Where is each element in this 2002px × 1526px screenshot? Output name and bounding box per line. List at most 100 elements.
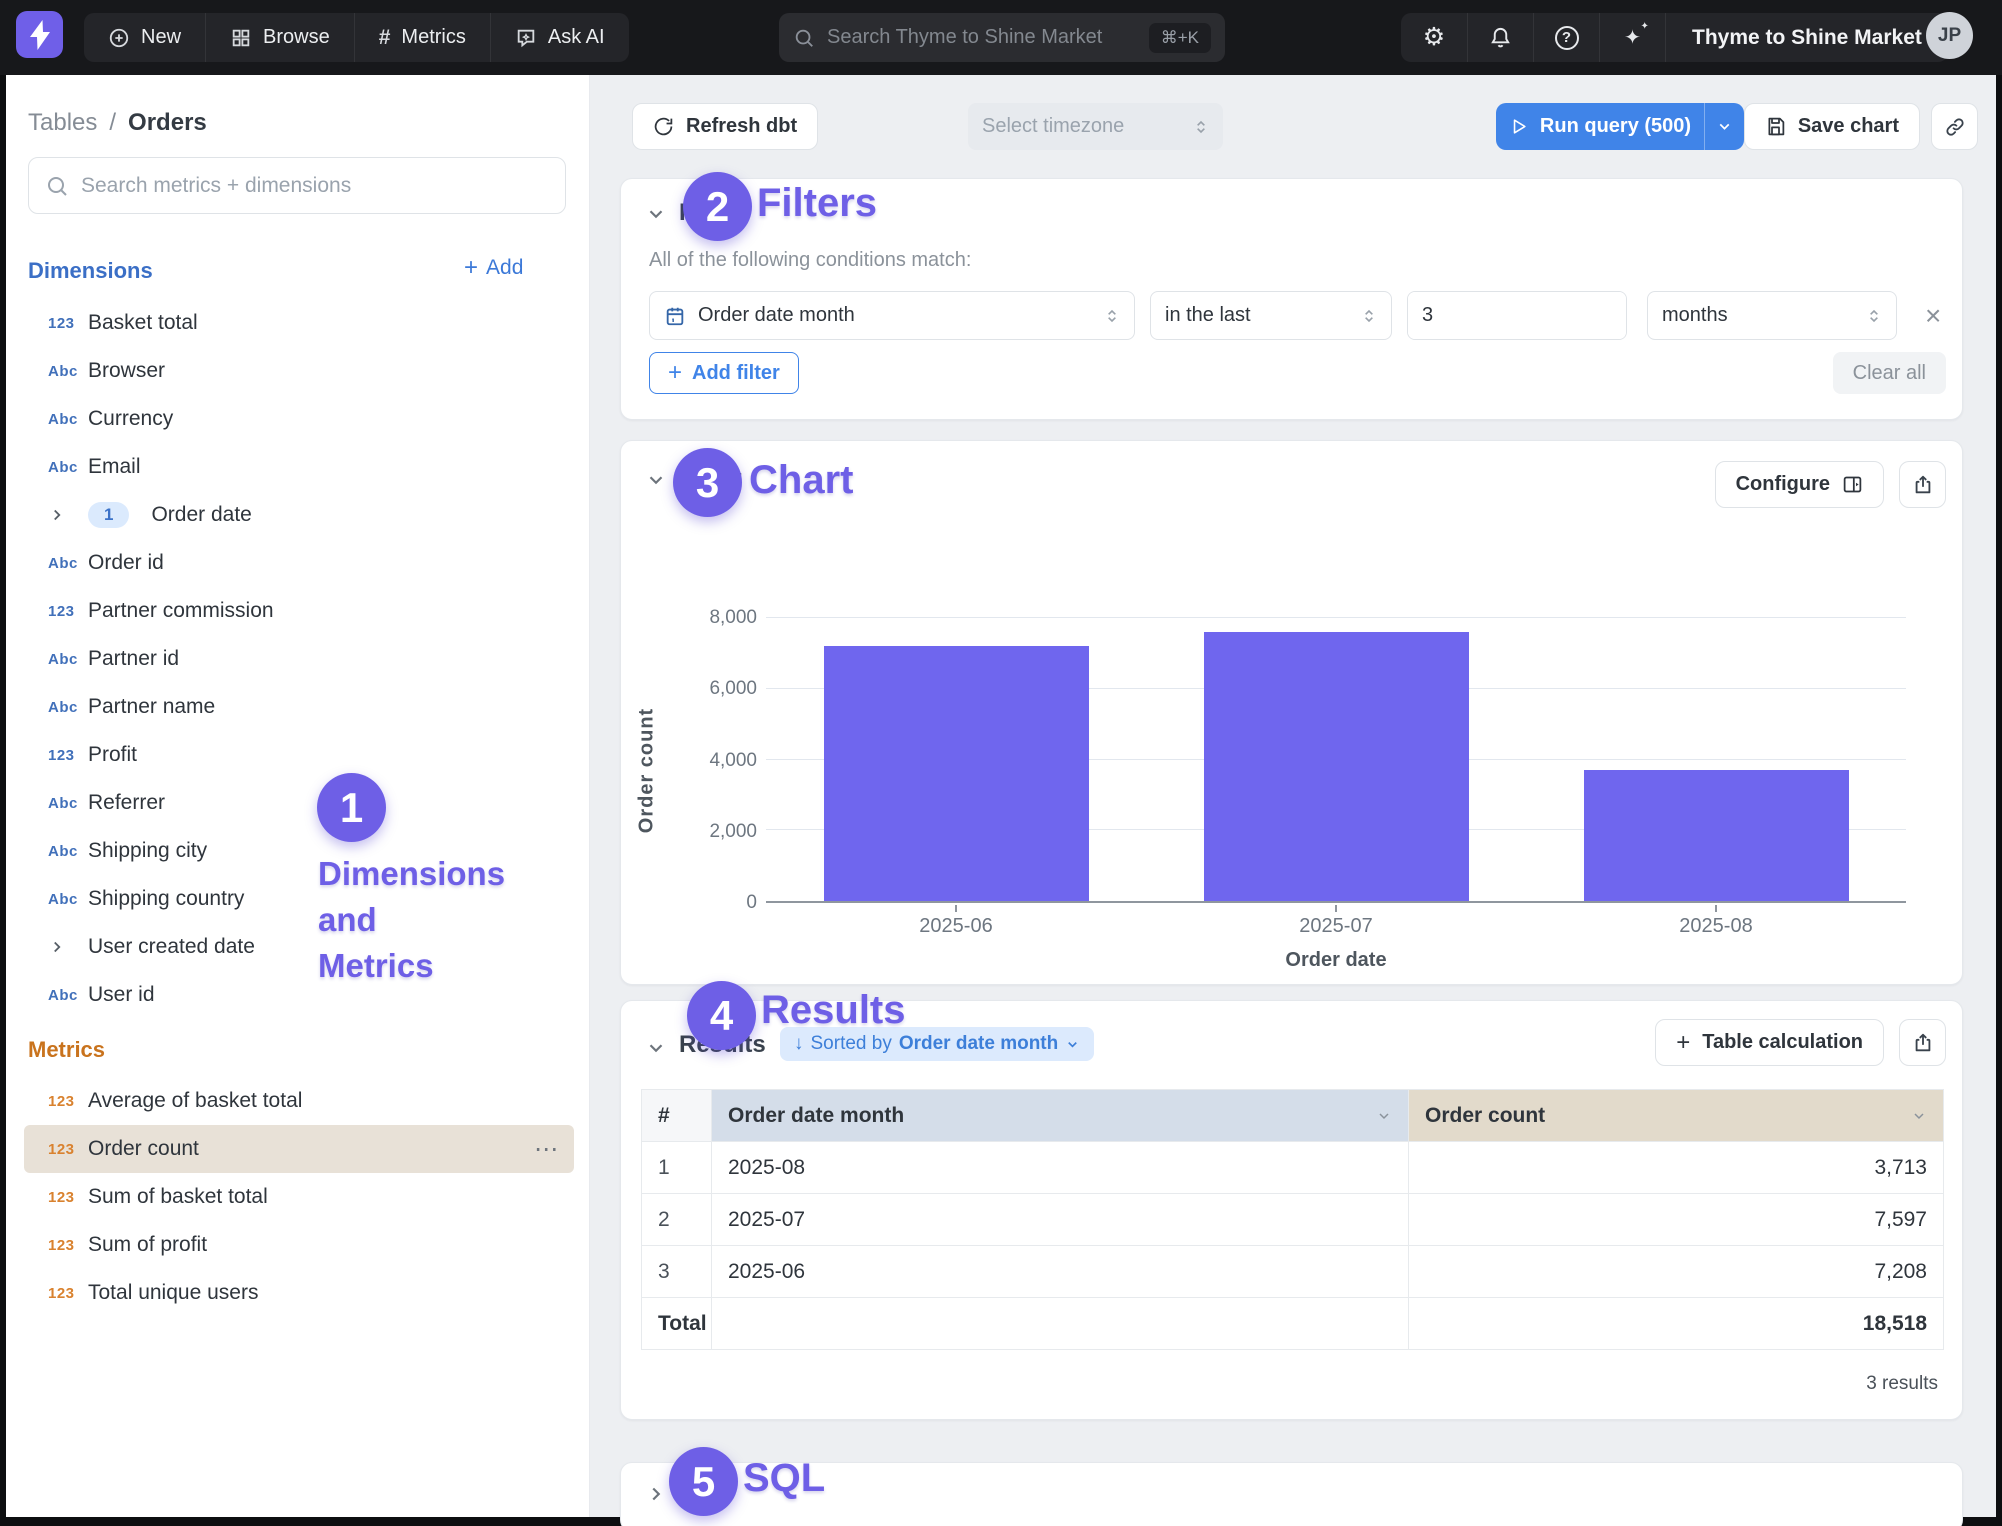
metric-item-sum-of-basket-total[interactable]: 123Sum of basket total	[24, 1173, 574, 1221]
dimension-cell[interactable]: 2025-07	[712, 1194, 1409, 1246]
field-label: Sum of profit	[88, 1233, 207, 1257]
table-calculation-button[interactable]: + Table calculation	[1655, 1019, 1884, 1066]
expand-group-icon[interactable]	[48, 506, 88, 524]
expand-group-icon[interactable]	[48, 938, 88, 956]
number-type-icon: 123	[48, 747, 88, 764]
filter-value-input[interactable]	[1408, 292, 1627, 339]
column-header-metric[interactable]: Order count	[1409, 1090, 1944, 1142]
chart-x-axis-title: Order date	[766, 949, 1906, 972]
breadcrumb-separator: /	[109, 109, 116, 137]
whats-new-button[interactable]: ✦	[1599, 13, 1665, 62]
calendar-icon	[664, 305, 686, 327]
remove-filter-button[interactable]: ×	[1925, 302, 1941, 330]
settings-button[interactable]: ⚙	[1401, 13, 1467, 62]
help-button[interactable]: ?	[1533, 13, 1599, 62]
add-label: Add	[486, 256, 523, 280]
add-dimension-button[interactable]: + Add	[464, 256, 523, 280]
navbar-right-group: ⚙ ? ✦ Thyme to Shine Market	[1401, 13, 1948, 62]
save-chart-label: Save chart	[1798, 115, 1899, 138]
metrics-list: 123Average of basket total123Order count…	[6, 1077, 590, 1317]
string-type-icon: Abc	[48, 987, 88, 1004]
collapse-results-icon[interactable]	[645, 1037, 667, 1059]
field-label: Currency	[88, 407, 173, 431]
field-label: Order count	[88, 1137, 199, 1161]
annotation-1-label: Dimensions and Metrics	[318, 851, 505, 990]
dimension-cell[interactable]: 2025-06	[712, 1246, 1409, 1298]
lightning-bolt-icon	[27, 20, 53, 50]
add-filter-button[interactable]: + Add filter	[649, 352, 799, 394]
dimension-item-order-id[interactable]: AbcOrder id	[24, 539, 574, 587]
dimension-item-referrer[interactable]: AbcReferrer	[24, 779, 574, 827]
metrics-button[interactable]: # Metrics	[354, 13, 490, 62]
bar-2025-08[interactable]	[1584, 770, 1849, 901]
table-row: 22025-077,597	[642, 1194, 1944, 1246]
workspace-switcher[interactable]: Thyme to Shine Market	[1665, 13, 1948, 62]
notifications-button[interactable]	[1467, 13, 1533, 62]
select-chevrons-icon	[1866, 308, 1882, 324]
dimension-item-profit[interactable]: 123Profit	[24, 731, 574, 779]
collapse-chart-icon[interactable]	[645, 469, 667, 491]
filter-field-select[interactable]: Order date month	[649, 291, 1135, 340]
global-search[interactable]: ⌘+K	[779, 13, 1225, 62]
avatar-initials: JP	[1938, 25, 1961, 47]
app-logo[interactable]	[16, 11, 63, 58]
metric-item-total-unique-users[interactable]: 123Total unique users	[24, 1269, 574, 1317]
copy-link-button[interactable]	[1931, 103, 1978, 150]
export-chart-button[interactable]	[1899, 461, 1946, 508]
run-query-button[interactable]: Run query (500)	[1496, 103, 1704, 150]
field-label: Referrer	[88, 791, 165, 815]
chevron-down-icon	[1065, 1037, 1080, 1052]
filter-unit-select[interactable]: months	[1647, 291, 1897, 340]
bar-2025-07[interactable]	[1204, 632, 1469, 901]
metric-item-order-count[interactable]: 123Order count⋯	[24, 1125, 574, 1173]
save-chart-button[interactable]: Save chart	[1744, 103, 1920, 150]
dimension-item-partner-id[interactable]: AbcPartner id	[24, 635, 574, 683]
browse-button[interactable]: Browse	[205, 13, 354, 62]
metric-cell[interactable]: 3,713	[1409, 1142, 1944, 1194]
clear-all-filters-button[interactable]: Clear all	[1833, 352, 1946, 394]
metric-item-average-of-basket-total[interactable]: 123Average of basket total	[24, 1077, 574, 1125]
bar-2025-06[interactable]	[824, 646, 1089, 901]
gear-icon: ⚙	[1423, 25, 1445, 50]
x-tick-label: 2025-07	[1146, 915, 1526, 938]
dimension-item-partner-commission[interactable]: 123Partner commission	[24, 587, 574, 635]
run-query-options-button[interactable]	[1704, 103, 1744, 150]
dimension-item-currency[interactable]: AbcCurrency	[24, 395, 574, 443]
field-label: Partner id	[88, 647, 179, 671]
new-button[interactable]: New	[84, 13, 205, 62]
explore-main: Refresh dbt Select timezone Run query (5…	[590, 75, 1996, 1517]
filter-operator-select[interactable]: in the last	[1150, 291, 1392, 340]
column-header-dimension[interactable]: Order date month	[712, 1090, 1409, 1142]
dimension-item-order-date[interactable]: 1Order date	[24, 491, 574, 539]
field-label: Total unique users	[88, 1281, 258, 1305]
chevron-down-icon[interactable]	[1911, 1108, 1927, 1124]
metric-cell[interactable]: 7,597	[1409, 1194, 1944, 1246]
refresh-dbt-button[interactable]: Refresh dbt	[632, 103, 818, 150]
user-avatar[interactable]: JP	[1926, 12, 1973, 59]
ask-ai-button[interactable]: Ask AI	[490, 13, 629, 62]
configure-chart-button[interactable]: Configure	[1715, 461, 1884, 508]
dimension-item-partner-name[interactable]: AbcPartner name	[24, 683, 574, 731]
table-row: 32025-067,208	[642, 1246, 1944, 1298]
dimension-item-browser[interactable]: AbcBrowser	[24, 347, 574, 395]
chevron-down-icon[interactable]	[1376, 1108, 1392, 1124]
dimension-item-basket-total[interactable]: 123Basket total	[24, 299, 574, 347]
field-search[interactable]	[28, 157, 566, 214]
field-search-input[interactable]	[81, 174, 549, 198]
dimension-item-email[interactable]: AbcEmail	[24, 443, 574, 491]
metric-cell[interactable]: 7,208	[1409, 1246, 1944, 1298]
breadcrumb-tables[interactable]: Tables	[28, 109, 97, 137]
collapse-filters-icon[interactable]	[645, 203, 667, 225]
field-menu-button[interactable]: ⋯	[534, 1135, 560, 1164]
results-table: # Order date month Order count 12025-083…	[641, 1089, 1944, 1350]
chevron-right-icon	[48, 938, 66, 956]
sparkles-icon: ✦	[1624, 28, 1641, 48]
expand-sql-icon[interactable]	[645, 1483, 667, 1505]
share-icon	[1912, 1032, 1934, 1054]
metric-item-sum-of-profit[interactable]: 123Sum of profit	[24, 1221, 574, 1269]
global-search-input[interactable]	[827, 26, 1137, 49]
dimension-cell[interactable]: 2025-08	[712, 1142, 1409, 1194]
annotation-5-circle: 5	[669, 1447, 738, 1516]
export-results-button[interactable]	[1899, 1019, 1946, 1066]
timezone-select[interactable]: Select timezone	[968, 103, 1223, 150]
